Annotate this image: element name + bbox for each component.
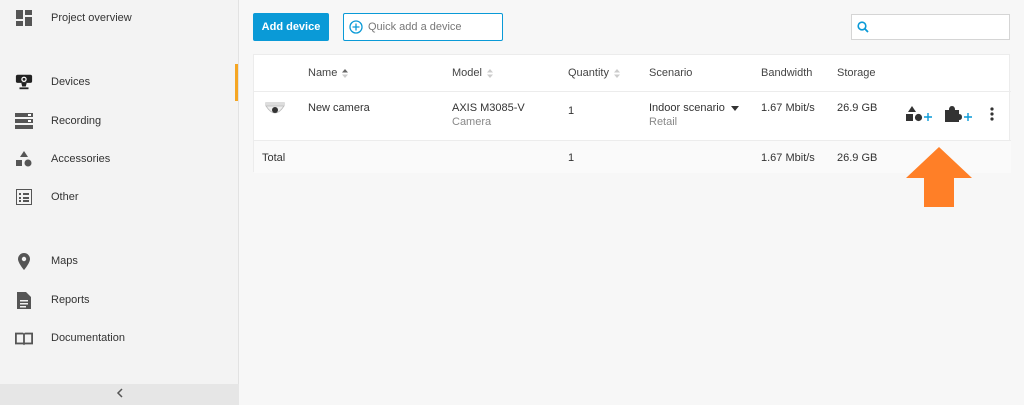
- scenario-value: Indoor scenario: [649, 102, 725, 114]
- divider: [254, 91, 1011, 92]
- total-bandwidth: 1.67 Mbit/s: [761, 152, 815, 164]
- column-header-model[interactable]: Model: [452, 67, 493, 79]
- shapes-icon: [15, 150, 33, 168]
- total-quantity: 1: [568, 152, 575, 164]
- kebab-menu-icon: [990, 107, 994, 121]
- column-label: Storage: [837, 67, 876, 79]
- sidebar-item-reports[interactable]: Reports: [0, 285, 239, 315]
- add-circle-icon: [349, 20, 363, 34]
- sidebar-item-label: Reports: [51, 294, 90, 306]
- quick-add-field[interactable]: [343, 13, 503, 41]
- puzzle-plus-icon: [945, 106, 972, 122]
- device-bandwidth: 1.67 Mbit/s: [761, 102, 815, 114]
- list-icon: [15, 188, 33, 206]
- sidebar: Project overview Devices Recording Acces…: [0, 0, 239, 405]
- annotation-arrow-icon: [906, 147, 972, 207]
- total-label: Total: [262, 152, 286, 164]
- add-accessory-button[interactable]: [905, 105, 933, 123]
- recorder-icon: [15, 112, 33, 130]
- scenario-sub: Retail: [649, 116, 678, 128]
- caret-down-icon: [730, 105, 739, 111]
- book-icon: [15, 329, 33, 347]
- sidebar-item-label: Other: [51, 191, 79, 203]
- dashboard-icon: [15, 9, 33, 27]
- main-content: Add device Name Model Quantity: [240, 0, 1024, 405]
- sidebar-item-label: Accessories: [51, 153, 111, 165]
- map-pin-icon: [15, 252, 33, 270]
- add-addon-button[interactable]: [943, 105, 973, 123]
- total-storage: 26.9 GB: [837, 152, 878, 164]
- column-label: Name: [308, 67, 338, 79]
- sidebar-item-devices[interactable]: Devices: [0, 67, 239, 97]
- add-device-button[interactable]: Add device: [253, 13, 329, 41]
- device-type: Camera: [452, 116, 492, 128]
- devices-table: Name Model Quantity Scenario Bandwidth S…: [253, 54, 1011, 173]
- dome-camera-icon: [264, 100, 286, 123]
- column-header-scenario: Scenario: [649, 67, 692, 79]
- column-label: Quantity: [568, 67, 609, 79]
- column-header-storage: Storage: [837, 67, 876, 79]
- sidebar-item-other[interactable]: Other: [0, 182, 239, 212]
- chevron-left-icon: [116, 388, 124, 401]
- sidebar-item-label: Recording: [51, 115, 102, 127]
- search-field[interactable]: [851, 14, 1010, 40]
- search-input[interactable]: [873, 21, 1003, 33]
- column-header-quantity[interactable]: Quantity: [568, 67, 620, 79]
- search-icon: [857, 21, 869, 33]
- device-name[interactable]: New camera: [308, 102, 370, 114]
- sidebar-item-documentation[interactable]: Documentation: [0, 323, 239, 353]
- sidebar-item-label: Maps: [51, 255, 78, 267]
- camera-icon: [15, 73, 33, 91]
- device-storage: 26.9 GB: [837, 102, 878, 114]
- sidebar-item-label: Project overview: [51, 12, 132, 24]
- quick-add-input[interactable]: [368, 21, 498, 33]
- more-options-button[interactable]: [987, 106, 997, 122]
- device-quantity[interactable]: 1: [568, 105, 574, 117]
- device-model: AXIS M3085-V: [452, 102, 525, 114]
- scenario-select[interactable]: Indoor scenario: [649, 102, 739, 114]
- total-row: Total 1 1.67 Mbit/s 26.9 GB: [254, 141, 1011, 173]
- sidebar-item-label: Devices: [51, 76, 91, 88]
- sidebar-item-project-overview[interactable]: Project overview: [0, 3, 239, 33]
- sidebar-item-label: Documentation: [51, 332, 125, 344]
- sort-icon: [486, 68, 493, 78]
- column-header-name[interactable]: Name: [308, 67, 349, 79]
- column-label: Bandwidth: [761, 67, 813, 79]
- report-icon: [15, 291, 33, 309]
- collapse-sidebar-button[interactable]: [0, 384, 239, 405]
- sidebar-item-maps[interactable]: Maps: [0, 246, 239, 276]
- sort-icon: [613, 68, 620, 78]
- add-accessory-icon: [906, 106, 932, 122]
- sort-asc-icon: [342, 68, 349, 78]
- column-header-bandwidth: Bandwidth: [761, 67, 812, 79]
- active-indicator: [235, 64, 238, 101]
- sidebar-item-accessories[interactable]: Accessories: [0, 144, 239, 174]
- sidebar-item-recording[interactable]: Recording: [0, 106, 239, 136]
- column-label: Scenario: [649, 67, 693, 79]
- column-label: Model: [452, 67, 482, 79]
